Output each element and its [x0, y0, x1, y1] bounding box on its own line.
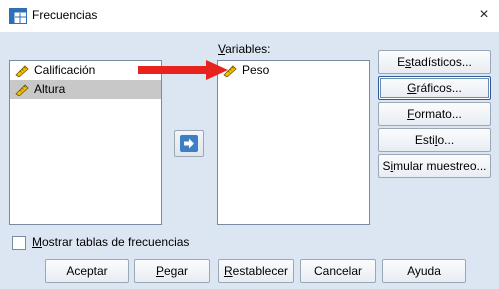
frecuencias-dialog: Frecuencias × Calificación Altura Variab…: [0, 0, 499, 289]
estilo-button[interactable]: Estilo...: [378, 128, 491, 152]
list-item-altura[interactable]: Altura: [10, 80, 161, 99]
formato-button[interactable]: Formato...: [378, 102, 491, 126]
mostrar-tablas-label: Mostrar tablas de frecuencias: [32, 235, 190, 249]
pegar-button[interactable]: Pegar: [134, 259, 210, 283]
list-item-label: Peso: [242, 63, 270, 77]
list-item-label: Altura: [34, 82, 66, 96]
variables-label: Variables:: [218, 42, 271, 56]
cancelar-button[interactable]: Cancelar: [300, 259, 376, 283]
source-variable-list[interactable]: Calificación Altura: [9, 60, 162, 225]
arrow-right-icon: [180, 135, 198, 152]
ruler-icon: [15, 84, 29, 96]
ruler-icon: [15, 65, 29, 77]
target-variable-list[interactable]: Peso: [217, 60, 370, 225]
annotation-arrow-icon: [138, 60, 228, 80]
app-table-icon: [9, 8, 27, 24]
close-button[interactable]: ×: [475, 5, 493, 25]
restablecer-button[interactable]: Restablecer: [218, 259, 294, 283]
mostrar-tablas-checkbox[interactable]: [12, 236, 26, 250]
simular-muestreo-button[interactable]: Simular muestreo...: [378, 154, 491, 178]
list-item-peso[interactable]: Peso: [218, 61, 369, 80]
graficos-button[interactable]: Gráficos...: [378, 76, 491, 100]
aceptar-button[interactable]: Aceptar: [45, 259, 129, 283]
close-icon: ×: [479, 6, 489, 23]
ayuda-button[interactable]: Ayuda: [382, 259, 466, 283]
move-to-variables-button[interactable]: [174, 130, 204, 157]
list-item-label: Calificación: [34, 63, 96, 77]
estadisticos-button[interactable]: Estadísticos...: [378, 50, 491, 74]
window-title: Frecuencias: [32, 8, 98, 22]
title-bar: Frecuencias ×: [0, 0, 499, 32]
